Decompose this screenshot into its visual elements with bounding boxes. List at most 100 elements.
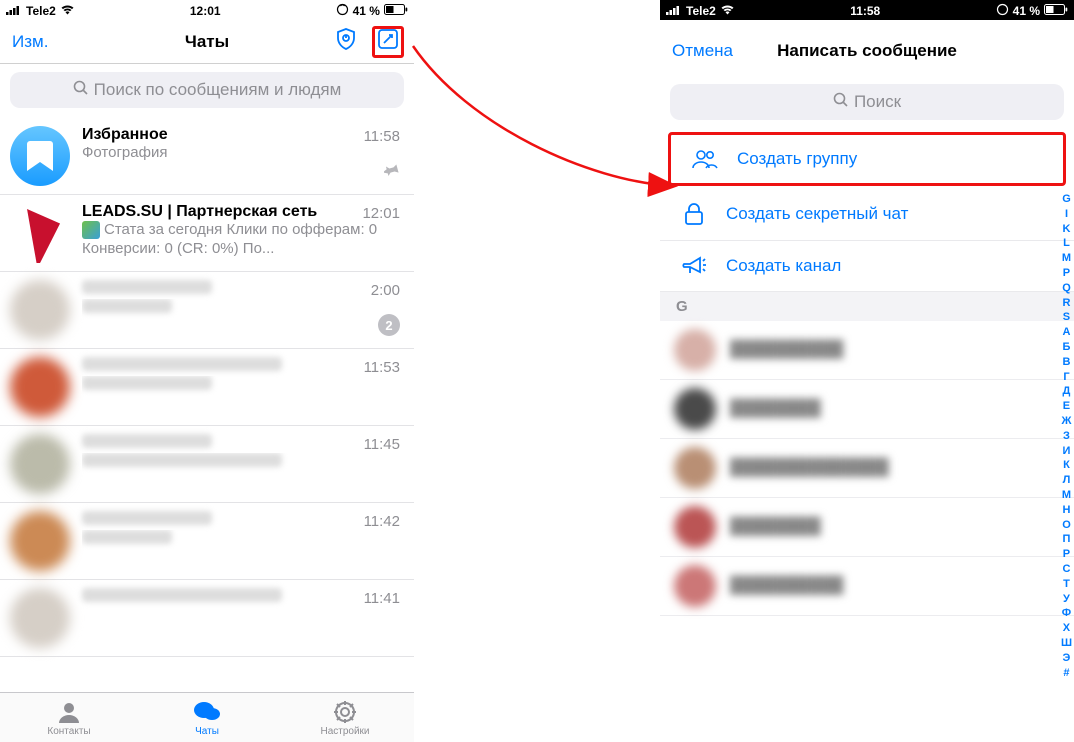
avatar-saved [10, 126, 70, 186]
index-letter[interactable]: # [1063, 666, 1069, 681]
nav-header: Изм. Чаты [0, 20, 414, 64]
contact-item[interactable]: ██████████████ [660, 439, 1074, 498]
contact-item[interactable]: ████████ [660, 380, 1074, 439]
battery-label: 41 % [353, 4, 380, 18]
tab-contacts[interactable]: Контакты [0, 693, 138, 742]
status-bar: Tele2 11:58 41 % [660, 0, 1074, 20]
tab-bar: Контакты Чаты Настройки [0, 692, 414, 742]
index-letter[interactable]: L [1063, 236, 1070, 251]
avatar [10, 434, 70, 494]
index-letter[interactable]: Q [1062, 281, 1071, 296]
chat-item-blurred[interactable]: 2:00 2 [0, 272, 414, 349]
chat-item-saved[interactable]: Избранное Фотография 11:58 [0, 118, 414, 195]
chat-item-leads[interactable]: LEADS.SU | Партнерская сеть Стата за сег… [0, 195, 414, 272]
create-channel-button[interactable]: Создать канал [660, 241, 1074, 292]
battery-icon [1044, 4, 1068, 18]
sheet-header: Отмена Написать сообщение [660, 26, 1074, 76]
search-input[interactable]: Поиск по сообщениям и людям [10, 72, 404, 108]
contact-item[interactable]: ██████████ [660, 321, 1074, 380]
index-letter[interactable]: У [1063, 592, 1070, 607]
blurred-title [82, 511, 212, 525]
chat-time: 11:45 [364, 436, 400, 453]
index-letter[interactable]: G [1062, 192, 1071, 207]
index-letter[interactable]: K [1062, 222, 1070, 237]
index-letter[interactable]: Н [1062, 503, 1070, 518]
chat-title: Избранное [82, 126, 402, 144]
search-placeholder: Поиск [854, 92, 901, 112]
create-group-button[interactable]: Создать группу [671, 135, 1063, 183]
contact-name-blurred: ██████████ [730, 577, 843, 595]
blurred-title [82, 280, 212, 294]
contact-name-blurred: ████████ [730, 518, 821, 536]
index-letter[interactable]: Д [1063, 384, 1071, 399]
avatar [10, 588, 70, 648]
index-letter[interactable]: Э [1063, 651, 1071, 666]
index-letter[interactable]: К [1063, 458, 1070, 473]
chat-item-blurred[interactable]: 11:41 [0, 580, 414, 657]
index-letter[interactable]: В [1062, 355, 1070, 370]
compose-icon[interactable] [376, 27, 400, 56]
index-letter[interactable]: Р [1063, 547, 1070, 562]
search-icon [833, 92, 848, 112]
chat-item-blurred[interactable]: 11:45 [0, 426, 414, 503]
chat-item-blurred[interactable]: 11:42 [0, 503, 414, 580]
chat-time: 2:00 [371, 282, 400, 299]
index-letter[interactable]: Х [1063, 621, 1070, 636]
carrier-label: Tele2 [686, 4, 716, 18]
index-letter[interactable]: S [1063, 310, 1070, 325]
index-letter[interactable]: I [1065, 207, 1068, 222]
index-letter[interactable]: P [1063, 266, 1070, 281]
contact-avatar [674, 329, 716, 371]
index-letter[interactable]: А [1062, 325, 1070, 340]
avatar-leads [10, 203, 70, 263]
index-letter[interactable]: Е [1063, 399, 1070, 414]
tab-label: Чаты [195, 726, 219, 737]
chat-time: 11:41 [364, 590, 400, 607]
index-letter[interactable]: M [1062, 251, 1071, 266]
compose-sheet: Отмена Написать сообщение Поиск Создать … [660, 26, 1074, 742]
chat-item-blurred[interactable]: 11:53 [0, 349, 414, 426]
index-letter[interactable]: Б [1063, 340, 1071, 355]
index-letter[interactable]: Г [1063, 370, 1069, 385]
wifi-icon [720, 4, 735, 18]
index-letter[interactable]: Ж [1061, 414, 1071, 429]
index-letter[interactable]: Ф [1062, 606, 1071, 621]
phone-compose: Tele2 11:58 41 % Отмена Написать сообщен… [660, 0, 1074, 742]
index-letter[interactable]: Ш [1061, 636, 1072, 651]
index-letter[interactable]: R [1062, 296, 1070, 311]
chat-list: Избранное Фотография 11:58 LEADS.SU | Па… [0, 118, 414, 657]
chat-title: LEADS.SU | Партнерская сеть [82, 203, 402, 221]
index-letter[interactable]: О [1062, 518, 1071, 533]
action-label: Создать группу [737, 149, 857, 169]
contact-item[interactable]: ██████████ [660, 557, 1074, 616]
lock-icon [680, 202, 708, 226]
signal-icon [666, 4, 682, 18]
index-letter[interactable]: М [1062, 488, 1071, 503]
image-thumb-icon [82, 221, 100, 239]
avatar [10, 280, 70, 340]
alphabet-index[interactable]: GIKLMPQRSАБВГДЕЖЗИКЛМНОПРСТУФХШЭ# [1061, 192, 1072, 680]
orientation-lock-icon [996, 3, 1009, 19]
section-header: G [660, 292, 1074, 321]
group-icon [691, 149, 719, 169]
shield-icon[interactable] [334, 27, 358, 56]
index-letter[interactable]: Л [1063, 473, 1071, 488]
index-letter[interactable]: С [1062, 562, 1070, 577]
index-letter[interactable]: З [1063, 429, 1070, 444]
index-letter[interactable]: П [1063, 532, 1071, 547]
index-letter[interactable]: И [1063, 444, 1071, 459]
contact-name-blurred: ██████████████ [730, 459, 889, 477]
cancel-button[interactable]: Отмена [672, 41, 733, 61]
tab-settings[interactable]: Настройки [276, 693, 414, 742]
create-secret-chat-button[interactable]: Создать секретный чат [660, 188, 1074, 241]
search-input[interactable]: Поиск [670, 84, 1064, 120]
tab-chats[interactable]: Чаты [138, 693, 276, 742]
index-letter[interactable]: Т [1063, 577, 1070, 592]
edit-button[interactable]: Изм. [12, 32, 48, 52]
orientation-lock-icon [336, 3, 349, 19]
search-container: Поиск по сообщениям и людям [0, 64, 414, 118]
status-bar: Tele2 12:01 41 % [0, 0, 414, 20]
contact-item[interactable]: ████████ [660, 498, 1074, 557]
pin-icon [384, 162, 400, 183]
contact-name-blurred: ██████████ [730, 341, 843, 359]
